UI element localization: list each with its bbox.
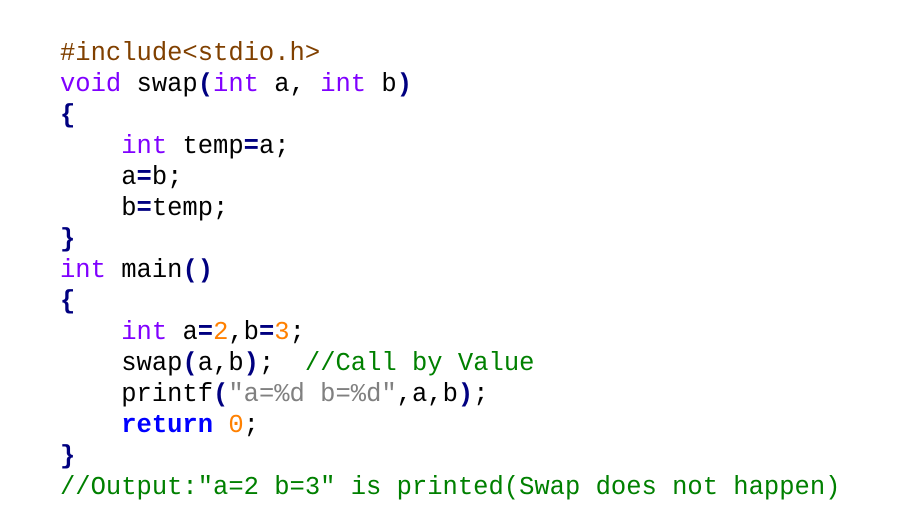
code-token: int [121, 318, 168, 347]
code-token: void [60, 70, 122, 99]
code-token: printf [60, 380, 214, 409]
code-line: { [60, 286, 910, 317]
code-token: = [243, 132, 259, 161]
code-token: = [136, 194, 152, 223]
code-line: } [60, 441, 910, 472]
code-token: = [136, 163, 152, 192]
code-line: int temp=a; [60, 131, 910, 162]
code-token: ; [258, 349, 305, 378]
code-token: 0 [228, 411, 244, 440]
code-token: "a=%d b=%d" [228, 380, 397, 409]
code-token: = [197, 318, 214, 347]
code-line: void swap(int a, int b) [60, 69, 910, 100]
code-token: ; [289, 318, 305, 347]
code-token: swap [121, 70, 198, 99]
code-token: ; [243, 411, 259, 440]
code-token: b [366, 70, 397, 99]
code-token: int [60, 256, 106, 285]
code-token: //Output:"a=2 b=3" is printed(Swap does … [60, 473, 841, 502]
code-view: #include<stdio.h> void swap(int a, int b)… [60, 38, 910, 503]
code-token: { [60, 101, 76, 130]
code-token: a [60, 163, 137, 192]
code-token: int [121, 132, 168, 161]
code-line: int main() [60, 255, 910, 286]
code-token: b [60, 194, 137, 223]
code-token: temp; [151, 194, 229, 223]
code-token: 3 [274, 318, 290, 347]
code-token: a; [258, 132, 290, 161]
code-line: int a=2,b=3; [60, 317, 910, 348]
code-token: //Call by Value [304, 349, 535, 378]
code-token: temp [167, 132, 244, 161]
code-token: a, [258, 70, 321, 99]
code-token: ( [182, 349, 198, 378]
code-token: int [213, 70, 259, 99]
code-token: { [60, 287, 76, 316]
code-line: //Output:"a=2 b=3" is printed(Swap does … [60, 472, 910, 503]
code-token: ,b [228, 318, 259, 347]
code-token: ; [473, 380, 489, 409]
code-token: 2 [213, 318, 229, 347]
code-line: } [60, 224, 910, 255]
code-token: a [167, 318, 198, 347]
code-token: return [121, 411, 214, 440]
code-token: } [60, 225, 76, 254]
code-token: ) [457, 380, 474, 409]
code-token: int [320, 70, 367, 99]
code-token: #include<stdio.h> [60, 39, 321, 68]
code-line: printf("a=%d b=%d",a,b); [60, 379, 910, 410]
code-line: swap(a,b); //Call by Value [60, 348, 910, 379]
code-token: a,b [197, 349, 244, 378]
code-line: return 0; [60, 410, 910, 441]
code-line: b=temp; [60, 193, 910, 224]
code-token: b; [151, 163, 183, 192]
code-token: swap [60, 349, 183, 378]
code-line: #include<stdio.h> [60, 38, 910, 69]
code-token: () [182, 256, 214, 285]
code-token: ( [213, 380, 229, 409]
code-token: main [105, 256, 183, 285]
code-line: { [60, 100, 910, 131]
code-token: } [60, 442, 76, 471]
code-token: ) [243, 349, 259, 378]
code-token: ,a,b [396, 380, 458, 409]
code-token: ( [197, 70, 214, 99]
code-token: ) [396, 70, 413, 99]
code-token: = [258, 318, 275, 347]
code-line: a=b; [60, 162, 910, 193]
